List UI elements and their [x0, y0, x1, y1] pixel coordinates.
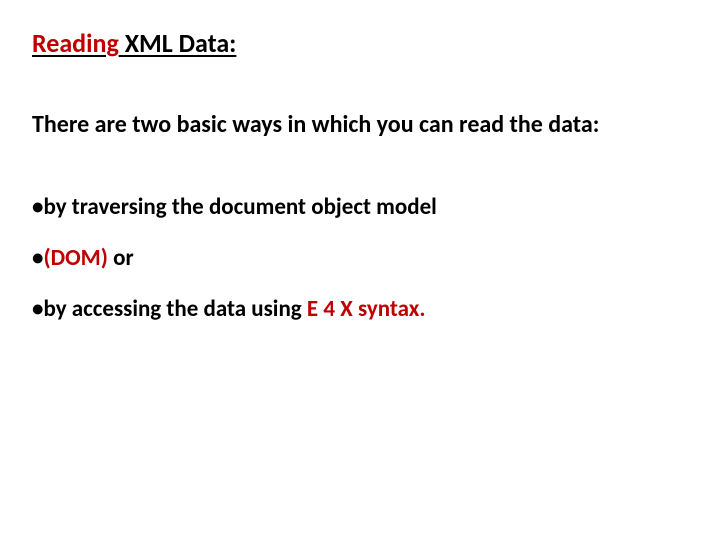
bullet-item: •by traversing the document object model [32, 182, 688, 233]
slide-title: Reading XML Data: [32, 28, 688, 59]
bullet-rest: or [108, 244, 134, 272]
bullet-accent: (DOM) [43, 244, 108, 272]
bullet-list: •by traversing the document object model… [32, 182, 688, 334]
bullet-accent: E 4 X syntax. [307, 295, 426, 323]
bullet-dot-icon: • [32, 193, 43, 221]
bullet-pre: by accessing the data using [43, 295, 306, 323]
title-rest: XML Data: [119, 27, 237, 59]
title-accent-word: Reading [32, 27, 119, 59]
bullet-item: •by accessing the data using E 4 X synta… [32, 284, 688, 335]
intro-paragraph: There are two basic ways in which you ca… [32, 97, 688, 152]
bullet-item: •(DOM) or [32, 233, 688, 284]
bullet-dot-icon: • [32, 295, 43, 323]
slide: Reading XML Data: There are two basic wa… [0, 0, 720, 540]
bullet-text: by traversing the document object model [43, 193, 436, 221]
bullet-dot-icon: • [32, 244, 43, 272]
